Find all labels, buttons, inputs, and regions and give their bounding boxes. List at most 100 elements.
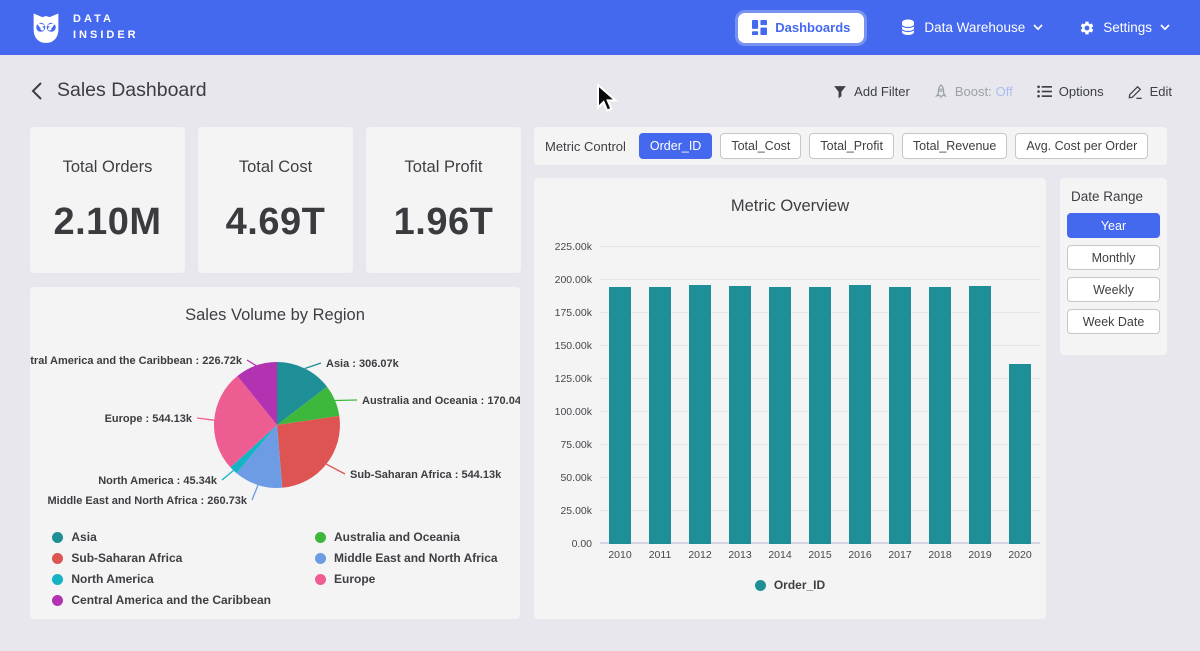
legend-label: Central America and the Caribbean bbox=[71, 593, 271, 607]
legend-item[interactable]: Europe bbox=[315, 572, 498, 586]
bar-chart-x-labels: 2010201120122013201420152016201720182019… bbox=[600, 549, 1040, 561]
legend-dot bbox=[315, 553, 326, 564]
x-axis-label: 2017 bbox=[880, 549, 920, 561]
top-navbar: DATA INSIDER Dashboards bbox=[0, 0, 1200, 55]
bar-slot bbox=[600, 238, 640, 544]
kpi-card-total-orders: Total Orders 2.10M bbox=[30, 127, 185, 273]
bar[interactable] bbox=[729, 286, 751, 544]
date-range-option-monthly[interactable]: Monthly bbox=[1067, 245, 1160, 270]
page-title: Sales Dashboard bbox=[57, 79, 207, 102]
bar[interactable] bbox=[809, 287, 831, 544]
brand[interactable]: DATA INSIDER bbox=[30, 11, 139, 45]
legend-item[interactable]: Australia and Oceania bbox=[315, 530, 498, 544]
date-range-panel: Date Range YearMonthlyWeeklyWeek Date bbox=[1060, 178, 1167, 355]
database-icon bbox=[900, 19, 916, 36]
y-axis-tick: 175.00k bbox=[528, 307, 592, 319]
x-axis-label: 2020 bbox=[1000, 549, 1040, 561]
legend-label: Asia bbox=[71, 530, 96, 544]
kpi-label: Total Profit bbox=[405, 158, 483, 177]
y-axis-tick: 225.00k bbox=[528, 241, 592, 253]
bar[interactable] bbox=[689, 285, 711, 544]
bar[interactable] bbox=[969, 286, 991, 544]
header-toolbar: Add Filter Boost: Off Options bbox=[833, 84, 1172, 99]
settings-menu[interactable]: Settings bbox=[1079, 20, 1170, 36]
options-label: Options bbox=[1059, 84, 1104, 99]
pie-chart-svg: Asia : 306.07kAustralia and Oceania : 17… bbox=[30, 337, 520, 525]
bar[interactable] bbox=[929, 287, 951, 544]
kpi-card-total-cost: Total Cost 4.69T bbox=[198, 127, 353, 273]
edit-button[interactable]: Edit bbox=[1128, 84, 1172, 99]
bar[interactable] bbox=[849, 285, 871, 544]
x-axis-label: 2015 bbox=[800, 549, 840, 561]
pie-leader-line bbox=[305, 363, 321, 369]
metric-option-avg-cost-per-order[interactable]: Avg. Cost per Order bbox=[1015, 133, 1148, 159]
bar[interactable] bbox=[769, 287, 791, 544]
brand-line2: INSIDER bbox=[73, 28, 139, 44]
legend-item[interactable]: Middle East and North Africa bbox=[315, 551, 498, 565]
kpi-card-total-profit: Total Profit 1.96T bbox=[366, 127, 521, 273]
chevron-left-icon bbox=[30, 81, 44, 101]
pie-legend: Asia Australia and Oceania Sub-Saharan Afr… bbox=[30, 530, 520, 607]
metric-option-total-revenue[interactable]: Total_Revenue bbox=[902, 133, 1007, 159]
pie-leader-line bbox=[326, 464, 345, 474]
bar-slot bbox=[880, 238, 920, 544]
back-button[interactable] bbox=[26, 81, 48, 103]
metric-control-strip: Metric Control Order_IDTotal_CostTotal_P… bbox=[534, 127, 1167, 165]
bar[interactable] bbox=[889, 287, 911, 545]
bar-slot bbox=[640, 238, 680, 544]
pie-leader-line bbox=[335, 400, 357, 401]
legend-label: Europe bbox=[334, 572, 375, 586]
pencil-icon bbox=[1128, 84, 1143, 99]
y-axis-tick: 0.00 bbox=[528, 538, 592, 550]
kpi-value: 1.96T bbox=[394, 201, 494, 244]
bar-slot bbox=[1000, 238, 1040, 544]
pie-leader-line bbox=[222, 471, 233, 481]
metric-option-order-id[interactable]: Order_ID bbox=[639, 133, 712, 159]
legend-dot bbox=[315, 574, 326, 585]
bar[interactable] bbox=[609, 287, 631, 545]
bar[interactable] bbox=[1009, 364, 1031, 544]
bar-chart-legend[interactable]: Order_ID bbox=[534, 578, 1046, 592]
data-warehouse-label: Data Warehouse bbox=[924, 20, 1025, 35]
owl-logo-icon bbox=[30, 11, 62, 45]
metric-option-total-cost[interactable]: Total_Cost bbox=[720, 133, 801, 159]
date-range-option-weekly[interactable]: Weekly bbox=[1067, 277, 1160, 302]
legend-label: North America bbox=[71, 572, 153, 586]
edit-label: Edit bbox=[1150, 84, 1172, 99]
mouse-cursor bbox=[595, 84, 619, 119]
date-range-option-week-date[interactable]: Week Date bbox=[1067, 309, 1160, 334]
legend-item[interactable]: Central America and the Caribbean bbox=[52, 593, 271, 607]
y-axis-tick: 75.00k bbox=[528, 439, 592, 451]
dashboards-button[interactable]: Dashboards bbox=[738, 13, 864, 43]
pie-slice[interactable] bbox=[277, 416, 340, 488]
legend-item[interactable]: North America bbox=[52, 572, 271, 586]
metric-overview-chart-card: Metric Overview 0.0025.00k50.00k75.00k10… bbox=[534, 178, 1046, 619]
bar-slot bbox=[840, 238, 880, 544]
chart-title: Sales Volume by Region bbox=[30, 306, 520, 325]
date-range-option-year[interactable]: Year bbox=[1067, 213, 1160, 238]
chart-title: Metric Overview bbox=[534, 197, 1046, 216]
legend-item[interactable]: Sub-Saharan Africa bbox=[52, 551, 271, 565]
legend-dot bbox=[52, 574, 63, 585]
options-button[interactable]: Options bbox=[1037, 84, 1104, 99]
legend-item[interactable]: Asia bbox=[52, 530, 271, 544]
pie-leader-line bbox=[252, 485, 258, 500]
x-axis-label: 2013 bbox=[720, 549, 760, 561]
x-axis-label: 2011 bbox=[640, 549, 680, 561]
legend-label: Sub-Saharan Africa bbox=[71, 551, 182, 565]
boost-toggle[interactable]: Boost: Off bbox=[934, 84, 1013, 99]
legend-dot bbox=[52, 553, 63, 564]
x-axis-label: 2010 bbox=[600, 549, 640, 561]
legend-label: Australia and Oceania bbox=[334, 530, 460, 544]
data-warehouse-menu[interactable]: Data Warehouse bbox=[900, 19, 1043, 36]
boost-label: Boost: bbox=[955, 84, 992, 99]
gear-icon bbox=[1079, 20, 1095, 36]
add-filter-button[interactable]: Add Filter bbox=[833, 84, 910, 99]
y-axis-tick: 50.00k bbox=[528, 472, 592, 484]
bar[interactable] bbox=[649, 287, 671, 544]
x-axis-label: 2019 bbox=[960, 549, 1000, 561]
chevron-down-icon bbox=[1160, 24, 1170, 31]
add-filter-label: Add Filter bbox=[854, 84, 910, 99]
metric-option-total-profit[interactable]: Total_Profit bbox=[809, 133, 894, 159]
pie-slice-label: North America : 45.34k bbox=[98, 475, 218, 487]
